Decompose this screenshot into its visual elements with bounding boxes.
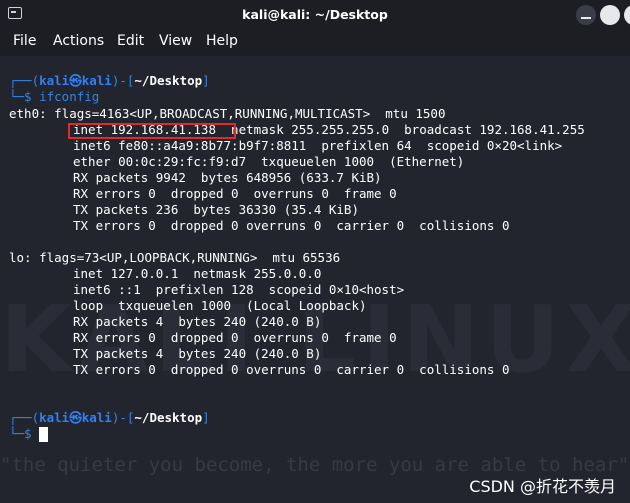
csdn-watermark: CSDN @折花不羡月 (469, 477, 616, 496)
menu-help[interactable]: Help (206, 33, 238, 49)
prompt-upper: ┌──(kali㉿kali)-[~/Desktop] (9, 73, 210, 88)
eth0-ether: ether 00:0c:29:fc:f9:d7 txqueuelen 1000 … (73, 154, 465, 169)
eth0-tx-packets: TX packets 236 bytes 36330 (35.4 KiB) (73, 202, 359, 217)
eth0-tx-errors: TX errors 0 dropped 0 overruns 0 carrier… (73, 218, 510, 233)
text-cursor (39, 427, 48, 442)
eth0-rx-errors: RX errors 0 dropped 0 overruns 0 frame 0 (73, 186, 397, 201)
lo-inet6: inet6 ::1 prefixlen 128 scopeid 0×10<hos… (73, 282, 405, 297)
lo-inet: inet 127.0.0.1 netmask 255.0.0.0 (73, 266, 322, 281)
menu-actions[interactable]: Actions (53, 33, 104, 49)
prompt-lower-2: └─$ (9, 426, 40, 441)
lo-rx-errors: RX errors 0 dropped 0 overruns 0 frame 0 (73, 330, 397, 345)
menu-bar: File Actions Edit View Help (0, 30, 630, 56)
prompt-lower: └─$ ifconfig (9, 89, 100, 104)
window-title: kali@kali: ~/Desktop (242, 7, 388, 22)
prompt-upper-2: ┌──(kali㉿kali)-[~/Desktop] (9, 410, 210, 425)
eth0-rx-packets: RX packets 9942 bytes 648956 (633.7 KiB) (73, 170, 382, 185)
menu-file[interactable]: File (13, 33, 36, 49)
title-bar: kali@kali: ~/Desktop (0, 0, 630, 30)
prompt-path: ~/Desktop (134, 73, 203, 88)
lo-rx-packets: RX packets 4 bytes 240 (240.0 B) (73, 314, 322, 329)
prompt-user: kali㉿kali (39, 73, 112, 88)
menu-edit[interactable]: Edit (117, 33, 144, 49)
minimize-button[interactable] (576, 5, 596, 25)
lo-loop: loop txqueuelen 1000 (Local Loopback) (73, 298, 367, 313)
lo-tx-errors: TX errors 0 dropped 0 overruns 0 carrier… (73, 362, 510, 377)
lo-flags: lo: flags=73<UP,LOOPBACK,RUNNING> mtu 65… (9, 250, 341, 265)
command-text: ifconfig (39, 89, 100, 104)
eth0-flags: eth0: flags=4163<UP,BROADCAST,RUNNING,MU… (9, 106, 446, 121)
maximize-button[interactable] (600, 5, 620, 25)
menu-view[interactable]: View (159, 33, 192, 49)
ip-highlight-box (68, 123, 236, 139)
lo-tx-packets: TX packets 4 bytes 240 (240.0 B) (73, 346, 322, 361)
eth0-inet6: inet6 fe80::a4a9:8b77:b9f7:8811 prefixle… (73, 138, 563, 153)
